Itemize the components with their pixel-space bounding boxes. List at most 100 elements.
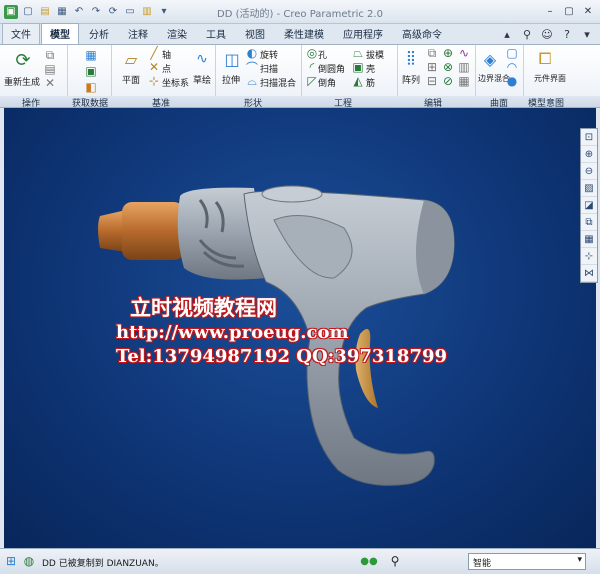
pattern-icon[interactable]: ⣿: [402, 49, 420, 67]
merge-icon[interactable]: ⊕: [442, 46, 454, 60]
tab-view[interactable]: 视图: [236, 23, 274, 44]
sketch-label[interactable]: 草绘: [193, 73, 211, 86]
zoom-out-icon[interactable]: ⊖: [581, 163, 597, 180]
help-icon[interactable]: ?: [560, 27, 574, 41]
group-operations: ⟳ ⧉ ▤ ✕ 重新生成: [0, 45, 68, 97]
tab-annotate[interactable]: 注释: [119, 23, 157, 44]
point-label[interactable]: 点: [162, 62, 171, 75]
csys-label[interactable]: 坐标系: [162, 76, 189, 89]
intersect-icon[interactable]: ⊗: [442, 60, 454, 74]
display-style-icon[interactable]: ◪: [581, 197, 597, 214]
tab-render[interactable]: 渲染: [158, 23, 196, 44]
navigator-icon[interactable]: ⊞: [4, 554, 18, 568]
fill-icon[interactable]: ▢: [506, 46, 518, 60]
extrude-icon[interactable]: ◫: [222, 49, 242, 69]
freestyle-icon[interactable]: ●: [506, 74, 518, 88]
csys-icon[interactable]: ⊹: [148, 74, 160, 88]
regenerate-icon[interactable]: ⟳: [106, 5, 120, 19]
point-icon[interactable]: ✕: [148, 60, 160, 74]
repaint-icon[interactable]: ▨: [581, 180, 597, 197]
close-window-icon[interactable]: ▥: [140, 5, 154, 19]
draft-label[interactable]: 拔模: [366, 48, 384, 61]
plane-label[interactable]: 平面: [122, 73, 140, 86]
chamfer-icon[interactable]: ◸: [306, 74, 318, 88]
tab-flexible-modeling[interactable]: 柔性建模: [275, 23, 333, 44]
save-icon[interactable]: ▦: [55, 5, 69, 19]
copy-geometry-icon[interactable]: ▣: [84, 64, 98, 78]
sketch-icon[interactable]: ∿: [192, 49, 212, 69]
tab-applications[interactable]: 应用程序: [334, 23, 392, 44]
view-manager-icon[interactable]: ▦: [581, 231, 597, 248]
user-defined-feature-icon[interactable]: ▦: [84, 48, 98, 62]
regenerate-label[interactable]: 重新生成: [4, 75, 40, 88]
search-icon[interactable]: ⚲: [520, 27, 534, 41]
new-icon[interactable]: ▢: [21, 5, 35, 19]
shrinkwrap-icon[interactable]: ◧: [84, 80, 98, 94]
offset-icon[interactable]: ⊘: [442, 74, 454, 88]
extend-icon[interactable]: ⊞: [426, 60, 438, 74]
plane-icon[interactable]: ▱: [120, 49, 142, 69]
rib-icon[interactable]: ◭: [352, 74, 364, 88]
tab-file[interactable]: 文件: [2, 23, 40, 44]
boundary-blend-icon[interactable]: ◈: [480, 49, 500, 69]
find-icon[interactable]: ⚲: [388, 554, 402, 568]
community-icon[interactable]: ☺: [540, 27, 554, 41]
mirror-icon[interactable]: ⧉: [426, 46, 438, 60]
project-icon[interactable]: ∿: [458, 46, 470, 60]
shell-label[interactable]: 壳: [366, 62, 375, 75]
copy-icon[interactable]: ⧉: [44, 48, 56, 62]
minimize-icon[interactable]: –: [542, 3, 558, 19]
tab-advanced[interactable]: 高级命令: [393, 23, 451, 44]
round-icon[interactable]: ◜: [306, 60, 318, 74]
paste-icon[interactable]: ▤: [44, 62, 56, 76]
swept-blend-label[interactable]: 扫描混合: [260, 76, 296, 89]
tab-tools[interactable]: 工具: [197, 23, 235, 44]
open-icon[interactable]: ▤: [38, 5, 52, 19]
collapse-ribbon-icon[interactable]: ▴: [500, 27, 514, 41]
hole-icon[interactable]: ◎: [306, 46, 318, 60]
annotation-display-icon[interactable]: ⋈: [581, 265, 597, 282]
sweep-label[interactable]: 扫描: [260, 62, 278, 75]
zoom-in-icon[interactable]: ⊕: [581, 146, 597, 163]
close-icon[interactable]: ✕: [580, 3, 596, 19]
component-interface-label[interactable]: 元件界面: [534, 73, 566, 84]
datum-display-icon[interactable]: ⊹: [581, 248, 597, 265]
pattern-label[interactable]: 阵列: [402, 73, 420, 86]
rib-label[interactable]: 筋: [366, 76, 375, 89]
revolve-icon[interactable]: ◐: [246, 46, 258, 60]
graphics-viewport[interactable]: 立时视频教程网 http://www.proeug.com Tel:137949…: [4, 108, 596, 548]
draft-icon[interactable]: ⏢: [352, 46, 364, 60]
chevron-down-icon[interactable]: ▾: [577, 555, 582, 565]
swept-blend-icon[interactable]: ⌓: [246, 74, 258, 88]
round-label[interactable]: 倒圆角: [318, 62, 345, 75]
window-icon[interactable]: ▭: [123, 5, 137, 19]
maximize-icon[interactable]: ▢: [561, 3, 577, 19]
axis-label[interactable]: 轴: [162, 48, 171, 61]
component-interface-icon[interactable]: ⧠: [534, 49, 556, 69]
regenerate-icon[interactable]: ⟳: [12, 49, 34, 71]
sweep-icon[interactable]: ⌒: [246, 61, 258, 75]
axis-icon[interactable]: ╱: [148, 46, 160, 60]
selection-filter[interactable]: 智能 ▾: [468, 553, 586, 570]
thicken-icon[interactable]: ▥: [458, 60, 470, 74]
window-controls: – ▢ ✕: [542, 3, 596, 19]
shell-icon[interactable]: ▣: [352, 60, 364, 74]
tab-analysis[interactable]: 分析: [80, 23, 118, 44]
tab-model[interactable]: 模型: [41, 23, 79, 44]
refit-icon[interactable]: ⊡: [581, 129, 597, 146]
saved-views-icon[interactable]: ⧉: [581, 214, 597, 231]
options-icon[interactable]: ▾: [580, 27, 594, 41]
revolve-label[interactable]: 旋转: [260, 48, 278, 61]
solidify-icon[interactable]: ▦: [458, 74, 470, 88]
trim-icon[interactable]: ⊟: [426, 74, 438, 88]
extrude-label[interactable]: 拉伸: [222, 73, 240, 86]
browser-icon[interactable]: ◍: [22, 554, 36, 568]
undo-icon[interactable]: ↶: [72, 5, 86, 19]
style-icon[interactable]: ◠: [506, 60, 518, 74]
delete-icon[interactable]: ✕: [44, 76, 56, 90]
redo-icon[interactable]: ↷: [89, 5, 103, 19]
customize-icon[interactable]: ▾: [157, 5, 171, 19]
title-bar: ▣ ▢ ▤ ▦ ↶ ↷ ⟳ ▭ ▥ ▾ DD (活动的) - Creo Para…: [0, 0, 600, 24]
hole-label[interactable]: 孔: [318, 48, 327, 61]
chamfer-label[interactable]: 倒角: [318, 76, 336, 89]
